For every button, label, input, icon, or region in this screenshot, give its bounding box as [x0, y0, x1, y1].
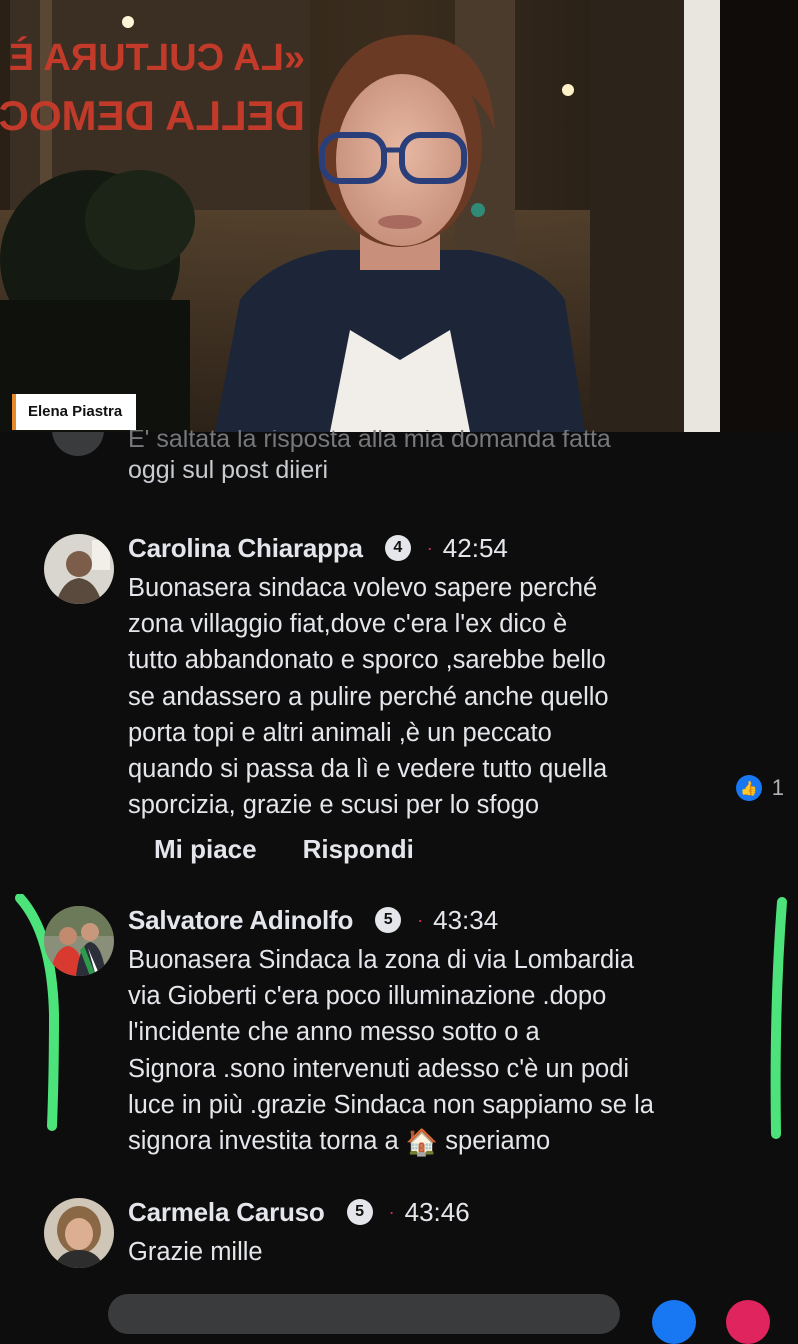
like-button[interactable]: Mi piace	[154, 834, 257, 865]
avatar[interactable]	[44, 1198, 114, 1268]
comment-header: Carolina Chiarappa 4 · 42:54	[128, 530, 508, 566]
sign-line-1: «LA CULTURA È	[9, 35, 305, 79]
like-count: 1	[771, 775, 784, 800]
avatar[interactable]	[44, 906, 114, 976]
top-fan-badge: 5	[346, 1199, 373, 1225]
comment-line: se andassero a pulire perché anche quell…	[128, 682, 609, 711]
house-emoji-icon: 🏠	[405, 1127, 439, 1158]
previous-comment-text: E' saltata la risposta alla mia domanda …	[128, 430, 768, 489]
comment-line: Buonasera sindaca volevo sapere perché	[128, 574, 598, 602]
comment-body: Buonasera sindaca volevo sapere perché z…	[128, 570, 768, 823]
comment-body: Grazie mille	[128, 1234, 768, 1270]
comment-author[interactable]: Carolina Chiarappa	[128, 533, 363, 564]
comment-line: sporcizia, grazie e scusi per lo sfogo	[128, 791, 540, 820]
comment-line: l'incidente che anno messo sotto o a	[128, 1018, 540, 1047]
comment-header: Salvatore Adinolfo 5 · 43:34	[128, 902, 498, 938]
comment-line: Signora .sono intervenuti adesso c'è un …	[128, 1054, 630, 1083]
comment-input[interactable]	[108, 1294, 620, 1334]
comment-timestamp[interactable]: 43:34	[433, 905, 498, 936]
reaction-summary[interactable]: 👍 1	[735, 775, 784, 801]
comment-timestamp[interactable]: 42:54	[443, 533, 508, 564]
like-thumb-icon: 👍	[735, 775, 762, 801]
like-reaction-button[interactable]	[652, 1300, 696, 1344]
comment-actions: Mi piace Rispondi	[154, 834, 414, 865]
comment-line: Grazie mille	[128, 1238, 263, 1266]
separator-dot: ·	[426, 537, 433, 558]
separator-dot: ·	[417, 909, 424, 930]
comment-line: signora investita torna a 🏠 speriamo	[128, 1123, 768, 1159]
top-fan-badge: 5	[375, 907, 402, 933]
comment-line-text: speriamo	[438, 1127, 551, 1156]
comment-line: Buonasera Sindaca la zona di via Lombard…	[128, 946, 635, 974]
live-video[interactable]: «LA CULTURA È DELLA DEMOC Elena Piastra	[0, 0, 798, 432]
comment-line: via Gioberti c'era poco illuminazione .d…	[128, 982, 607, 1011]
comment-line: zona villaggio fiat,dove c'era l'ex dico…	[128, 610, 568, 639]
top-fan-badge: 4	[384, 535, 411, 561]
comment-line: porta topi e altri animali ,è un peccato	[128, 718, 552, 747]
previous-comment-cut-line: E' saltata la risposta alla mia domanda …	[128, 430, 611, 452]
reply-button[interactable]: Rispondi	[303, 834, 414, 865]
separator-dot: ·	[388, 1201, 395, 1222]
comment-author[interactable]: Carmela Caruso	[128, 1197, 325, 1228]
sign-line-2: DELLA DEMOC	[0, 92, 305, 139]
video-frame: «LA CULTURA È DELLA DEMOC	[0, 0, 798, 432]
comment-line-text: signora investita torna a	[128, 1127, 406, 1156]
comment-header: Carmela Caruso 5 · 43:46	[128, 1194, 470, 1230]
comments-list: E' saltata la risposta alla mia domanda …	[0, 430, 798, 1312]
comment-line: quando si passa da lì e vedere tutto que…	[128, 755, 608, 784]
comment-line: tutto abbandonato e sporco ,sarebbe bell…	[128, 646, 606, 675]
comment-body: Buonasera Sindaca la zona di via Lombard…	[128, 942, 768, 1159]
speaker-name-tag: Elena Piastra	[12, 394, 137, 430]
comment-author[interactable]: Salvatore Adinolfo	[128, 905, 353, 936]
love-reaction-button[interactable]	[726, 1300, 770, 1344]
avatar[interactable]	[44, 534, 114, 604]
comment-line: luce in più .grazie Sindaca non sappiamo…	[128, 1090, 654, 1119]
previous-comment-avatar[interactable]	[52, 432, 104, 456]
comment-timestamp[interactable]: 43:46	[405, 1197, 470, 1228]
previous-comment-line: oggi sul post diieri	[128, 456, 329, 484]
